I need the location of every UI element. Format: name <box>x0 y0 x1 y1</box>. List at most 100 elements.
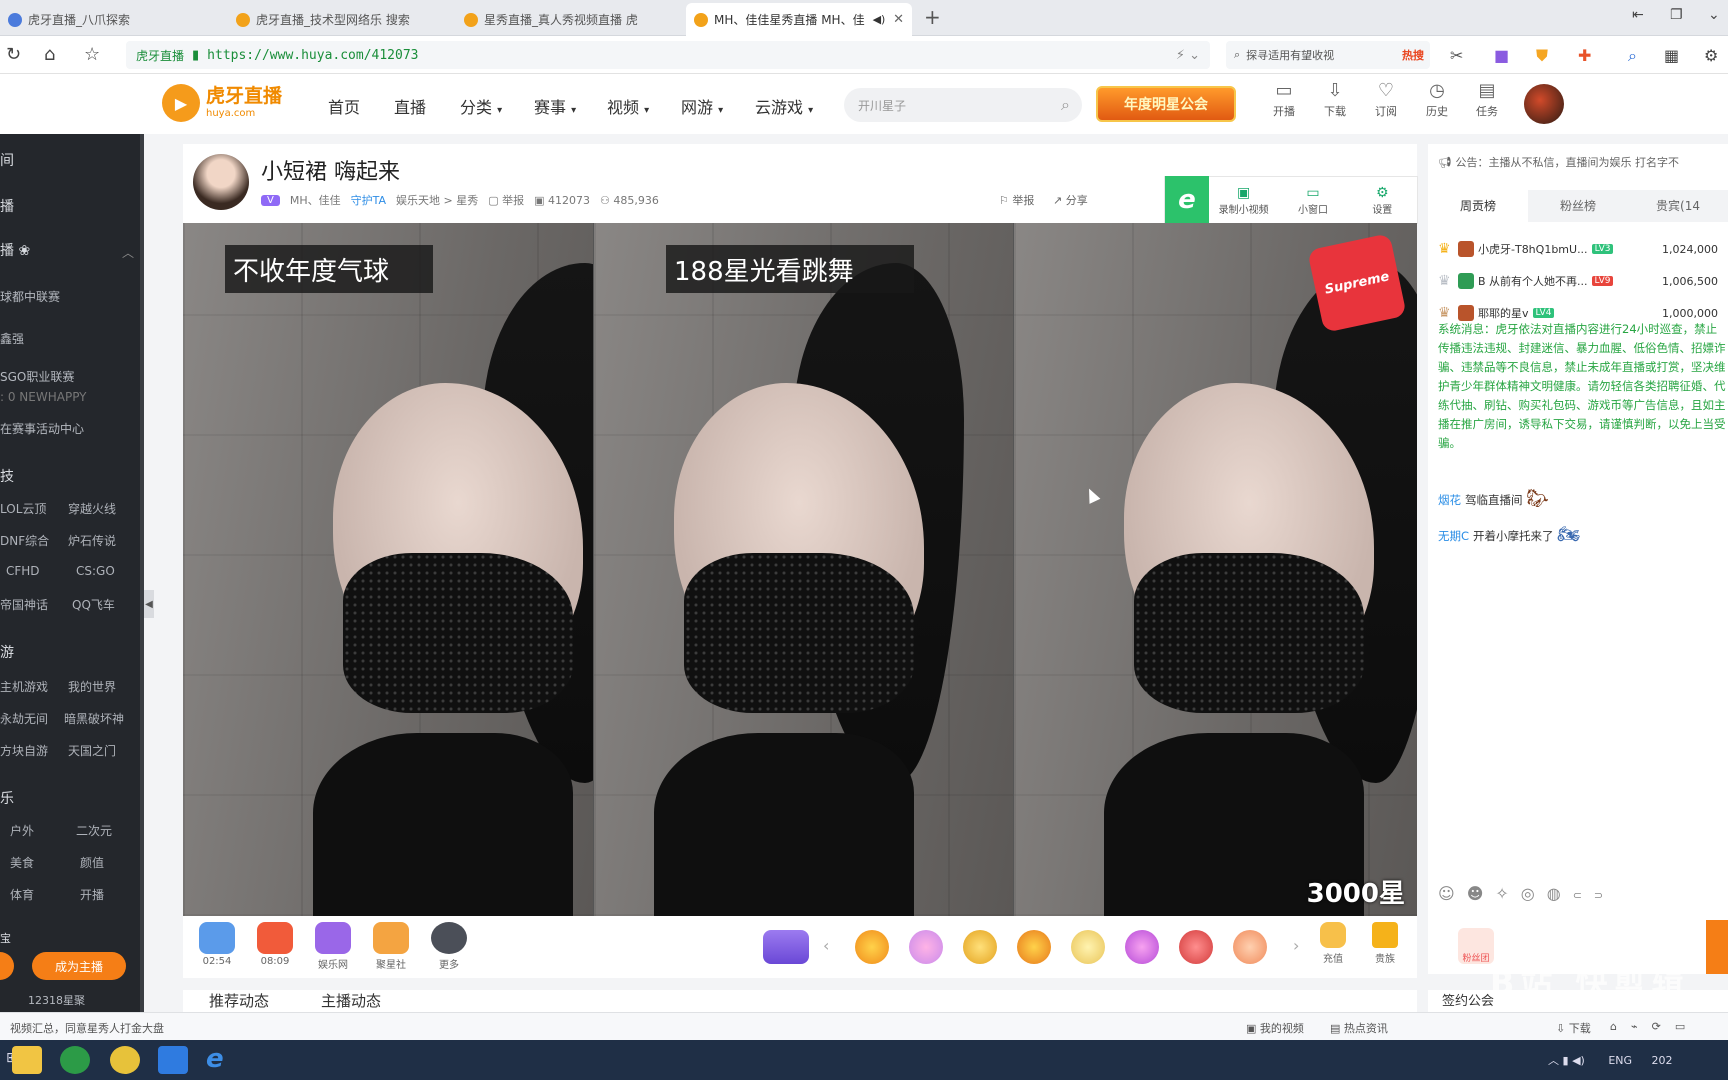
host-avatar[interactable] <box>193 154 249 210</box>
tray-up-icon[interactable]: ︿ <box>1548 1054 1563 1067</box>
become-host-button[interactable]: 成为主播 <box>32 952 126 980</box>
browser-tab-1[interactable]: 虎牙直播_八爪探索 <box>0 3 228 36</box>
search-icon[interactable]: ⌕ <box>1061 95 1070 115</box>
browser-e-icon[interactable]: e <box>1165 176 1209 224</box>
fans-club-button[interactable]: 粉丝团 <box>1458 928 1494 964</box>
gamepad-icon[interactable]: ✚ <box>1578 46 1591 65</box>
game-link[interactable]: CS:GO <box>76 564 115 578</box>
gift-item[interactable] <box>1017 930 1051 964</box>
browser-app-icon[interactable] <box>60 1046 90 1074</box>
browser-tab-4-active[interactable]: MH、佳佳星秀直播 MH、佳 ◀) ✕ <box>686 3 912 36</box>
network-icon[interactable]: ▮ <box>1563 1054 1573 1067</box>
browser-tab-2[interactable]: 虎牙直播_技术型网络乐 搜索 <box>228 3 453 36</box>
app-icon[interactable] <box>110 1046 140 1074</box>
nav-live[interactable]: 直播 <box>394 94 426 118</box>
sidebar-scrollbar[interactable] <box>140 134 144 1012</box>
tab-close-icon[interactable]: ✕ <box>893 12 904 27</box>
site-search-input[interactable]: 开川星子 ⌕ <box>844 88 1082 122</box>
activity-button-4[interactable]: 聚星社 <box>369 922 413 971</box>
home-icon[interactable]: ⌂ <box>44 44 55 65</box>
tab-vip[interactable]: 贵宾(14 <box>1628 190 1728 222</box>
extension-icon[interactable]: ■ <box>1494 46 1509 65</box>
tab-audio-icon[interactable]: ◀) <box>873 13 886 26</box>
sidebar-item[interactable]: SGO职业联赛 <box>0 368 74 385</box>
gift-item[interactable] <box>909 930 943 964</box>
rank-row[interactable]: ♛ 小虎牙-T8hQ1bmU... LV3 1,024,000 <box>1438 234 1728 264</box>
sidebar-section-2[interactable]: 播 <box>0 196 14 216</box>
effects-icon[interactable]: ✧ <box>1495 884 1520 903</box>
game-link[interactable]: 穿越火线 <box>68 500 116 517</box>
game-link[interactable]: 帝国神话 <box>0 596 48 613</box>
grid-icon[interactable]: ▦ <box>1664 46 1679 65</box>
sidebar-orange-button[interactable] <box>0 952 14 980</box>
game-link[interactable]: LOL云顶 <box>0 500 46 517</box>
sidebar-section-3[interactable]: 播 ❀ <box>0 240 30 260</box>
sidebar-item[interactable]: 球都中联赛 <box>0 288 60 305</box>
status-tool-icons[interactable]: ⌂⌁⟳▭ <box>1610 1020 1699 1033</box>
report-button[interactable]: ⚐ 举报 <box>999 192 1034 208</box>
activity-button-2[interactable]: 08:09 <box>253 922 297 967</box>
settings-button[interactable]: ⚙ 设置 <box>1348 185 1417 216</box>
download-button[interactable]: ⇩ 下载 <box>1315 80 1355 119</box>
restore-window-icon[interactable]: ❐ <box>1670 7 1683 23</box>
mobile-link[interactable]: 天国之门 <box>68 742 116 759</box>
star-list-badge[interactable] <box>763 930 809 964</box>
tab-list-icon[interactable]: ⇤ <box>1632 7 1644 23</box>
recharge-button[interactable]: 充值 <box>1311 922 1355 965</box>
gift-item[interactable] <box>855 930 889 964</box>
nav-category[interactable]: 分类 ▾ <box>460 94 502 118</box>
color-icon[interactable]: ◍ <box>1547 884 1573 903</box>
report-link[interactable]: ▢ 举报 <box>488 192 524 208</box>
star-icon[interactable]: ☆ <box>84 44 100 65</box>
subscriptions-button[interactable]: ♡ 订阅 <box>1366 80 1406 119</box>
sidebar-section-1[interactable]: 间 <box>0 150 14 170</box>
taskbar-clock[interactable]: 202 <box>1652 1054 1673 1067</box>
shield-icon[interactable]: ⛊ <box>1536 46 1548 66</box>
tab-weekly-rank[interactable]: 周贡榜 <box>1428 190 1528 222</box>
tab-recommended[interactable]: 推荐动态 <box>209 990 269 1011</box>
download-link[interactable]: ⇩ 下载 <box>1556 1020 1591 1036</box>
ent-link[interactable]: 户外 <box>10 822 34 839</box>
user-avatar[interactable] <box>1524 84 1564 124</box>
send-button[interactable] <box>1706 920 1728 974</box>
sidebar-item[interactable]: 鑫强 <box>0 330 24 347</box>
ie-icon[interactable]: e <box>206 1044 224 1074</box>
guard-link[interactable]: 守护TA <box>351 192 386 208</box>
nav-online-games[interactable]: 网游 ▾ <box>681 94 723 118</box>
gift-item[interactable] <box>963 930 997 964</box>
gift-item[interactable] <box>1233 930 1267 964</box>
nav-home[interactable]: 首页 <box>328 94 360 118</box>
noble-button[interactable]: 贵族 <box>1363 922 1407 965</box>
file-explorer-icon[interactable] <box>12 1046 42 1074</box>
ent-link[interactable]: 颜值 <box>80 854 104 871</box>
tab-host-dynamics[interactable]: 主播动态 <box>321 990 381 1011</box>
start-broadcast-button[interactable]: ▭ 开播 <box>1264 80 1304 119</box>
my-videos-link[interactable]: ▣ 我的视频 <box>1246 1020 1304 1036</box>
app-k-icon[interactable] <box>158 1046 188 1074</box>
chat-nickname[interactable]: 无期C <box>1438 529 1469 543</box>
nav-cloud-games[interactable]: 云游戏 ▾ <box>755 94 813 118</box>
reload-icon[interactable]: ↻ <box>6 44 21 65</box>
gift-item[interactable] <box>1071 930 1105 964</box>
record-clip-button[interactable]: ▣ 录制小视频 <box>1209 185 1278 216</box>
chevron-up-icon[interactable]: ︿ <box>122 244 134 261</box>
sticker-icon[interactable]: ☻ <box>1467 884 1496 903</box>
ent-link[interactable]: 体育 <box>10 886 34 903</box>
video-player[interactable]: 不收年度气球 188星光看跳舞 Supreme 3000星 <box>183 223 1417 916</box>
settings-icon[interactable]: ⚙ <box>1704 46 1718 65</box>
ent-link[interactable]: 开播 <box>80 886 104 903</box>
chat-nickname[interactable]: 烟花 <box>1438 493 1461 507</box>
nav-video[interactable]: 视频 ▾ <box>607 94 649 118</box>
chevron-right-icon[interactable]: › <box>1293 936 1299 955</box>
barrage-toggle-icon[interactable]: ⊂⊃ <box>1573 889 1615 902</box>
sidebar-collapse-toggle[interactable]: ◀ <box>144 590 154 618</box>
tasks-button[interactable]: ▤ 任务 <box>1467 80 1507 119</box>
address-bar[interactable]: 虎牙直播 ▮ https://www.huya.com/412073 ⚡ ⌄ <box>126 41 1210 69</box>
game-link[interactable]: CFHD <box>6 564 40 578</box>
activity-button-1[interactable]: 02:54 <box>195 922 239 967</box>
hot-search-badge[interactable]: 热搜 <box>1402 47 1424 63</box>
new-tab-button[interactable]: + <box>924 5 941 29</box>
status-news-ticker[interactable]: 视频汇总，同意星秀人打金大盘 <box>10 1020 164 1036</box>
annual-star-guild-banner[interactable]: 年度明星公会 <box>1096 86 1236 122</box>
sidebar-item[interactable]: 在赛事活动中心 <box>0 420 84 437</box>
